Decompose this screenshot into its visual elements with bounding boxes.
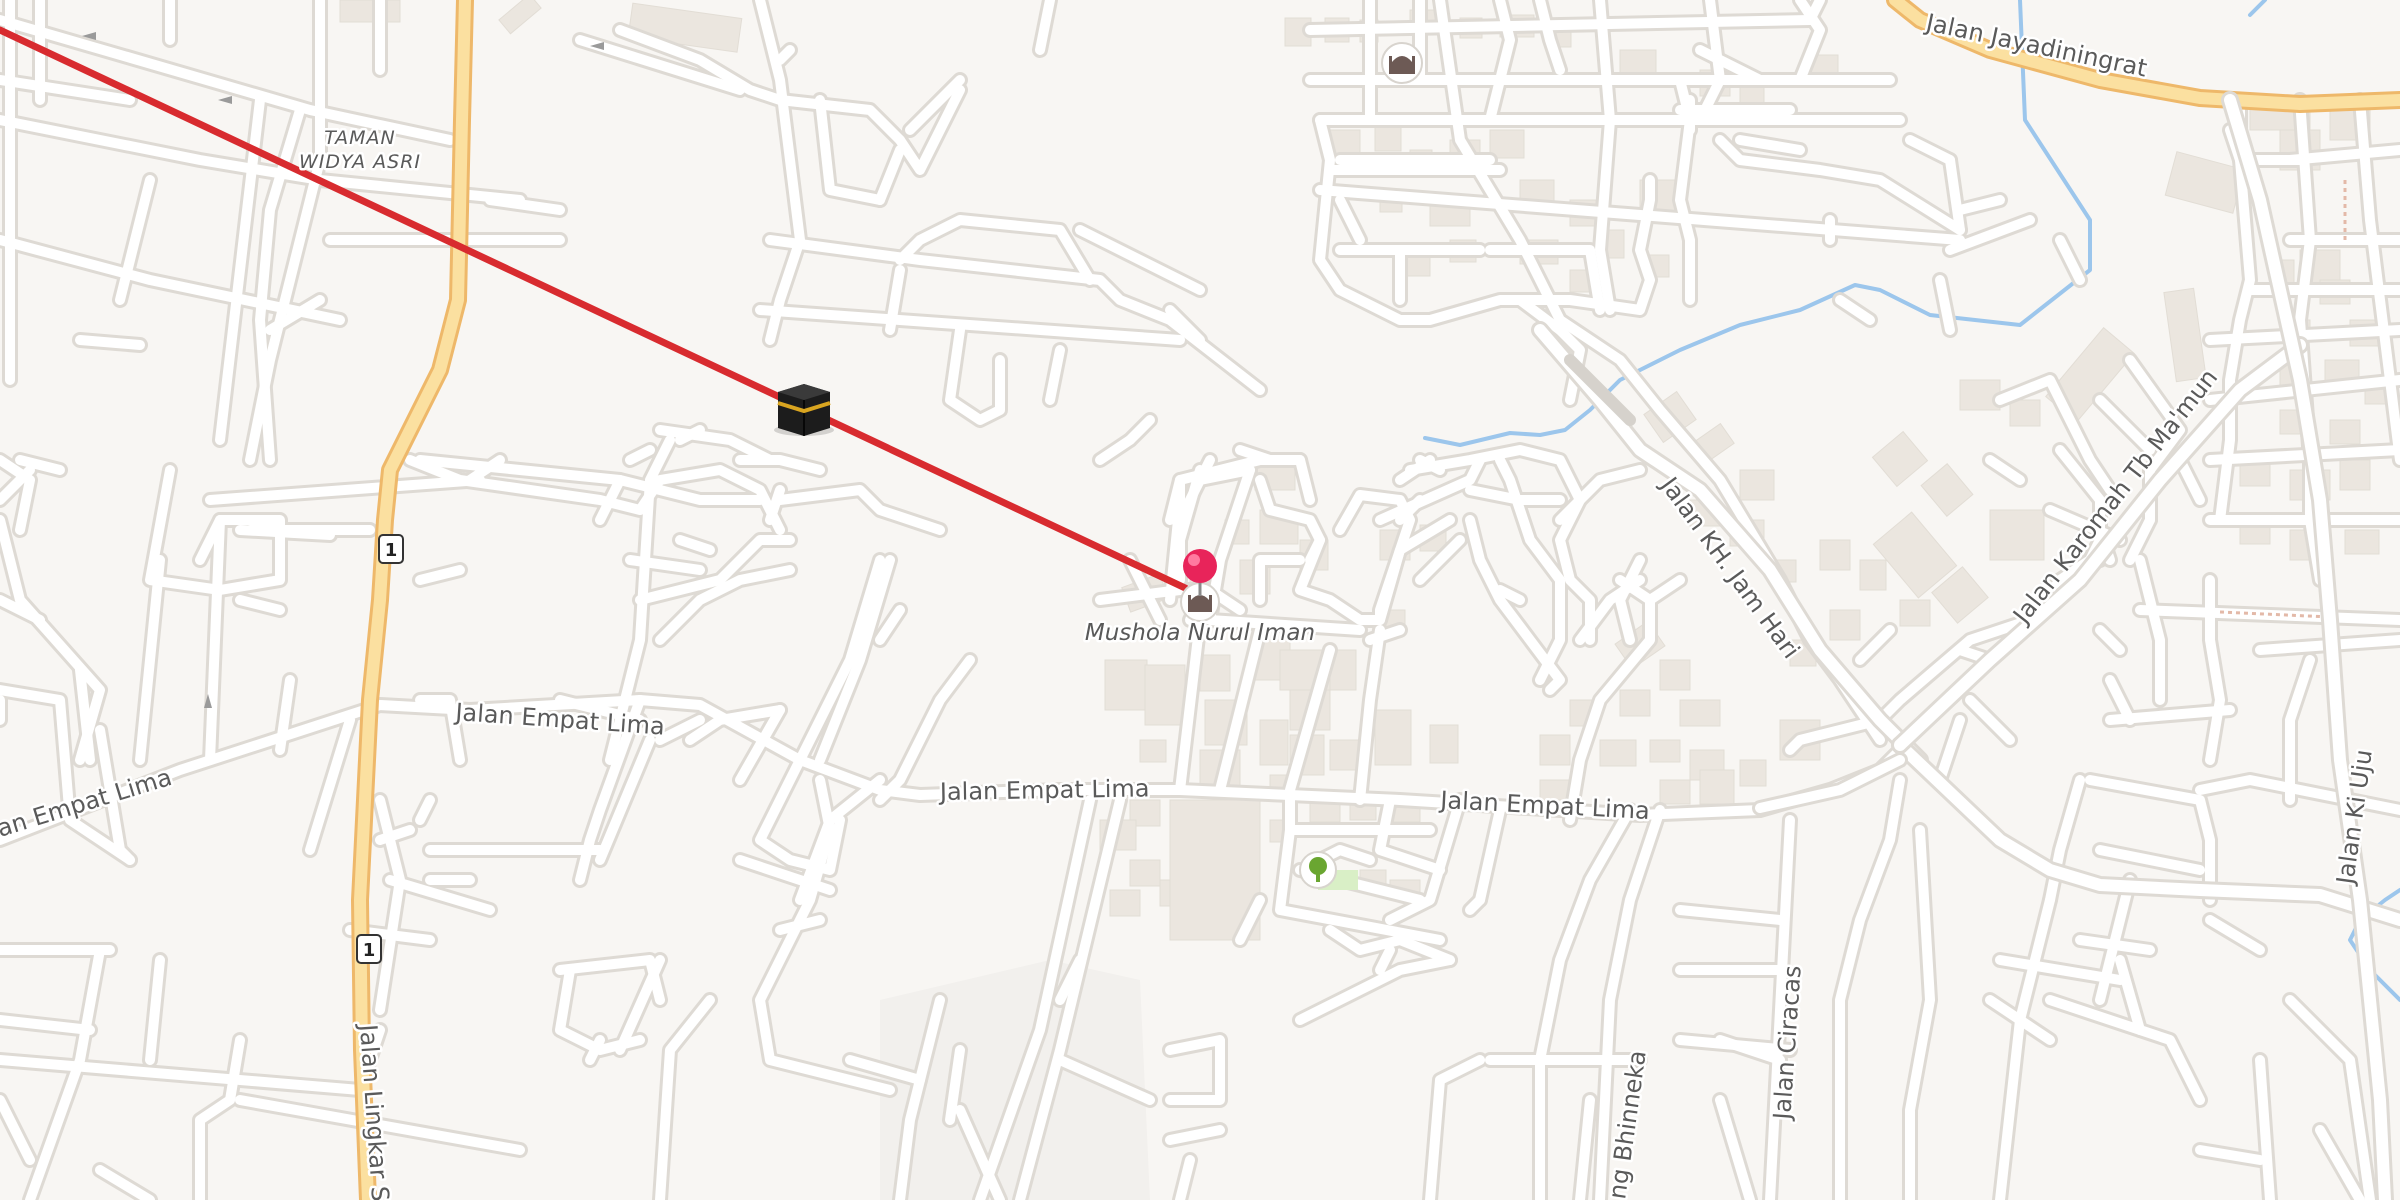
mosque-icon[interactable] xyxy=(1381,42,1423,84)
minor-road xyxy=(1965,695,2015,745)
minor-road xyxy=(0,1095,35,1165)
minor-road xyxy=(775,45,795,65)
svg-text:TAMAN: TAMAN xyxy=(324,127,395,149)
minor-road xyxy=(815,555,895,765)
minor-road xyxy=(2095,625,2125,655)
svg-text:1: 1 xyxy=(385,540,398,561)
kaaba-icon[interactable] xyxy=(774,384,834,436)
minor-road xyxy=(1715,1095,1755,1200)
minor-road xyxy=(2205,915,2265,955)
minor-road xyxy=(1125,415,1155,445)
location-pin-icon[interactable] xyxy=(1183,549,1217,583)
minor-road xyxy=(95,1165,155,1200)
route-shield: 1 xyxy=(378,534,404,564)
minor-road xyxy=(1995,895,2055,1200)
minor-road xyxy=(305,715,355,855)
minor-road xyxy=(755,305,1185,345)
mosque-icon xyxy=(1191,595,1209,612)
road-label-jalan-empat-lima: Jalan Empat Lima xyxy=(938,774,1150,806)
route-shield: 1 xyxy=(356,934,382,964)
svg-text:1: 1 xyxy=(363,940,376,961)
map-view[interactable]: an Empat Lima Jalan Empat Lima Jalan Emp… xyxy=(0,0,2400,1200)
minor-road xyxy=(75,335,145,350)
minor-road xyxy=(775,485,945,535)
poi-label: Mushola Nurul Iman xyxy=(1085,620,1315,646)
map-canvas[interactable]: an Empat Lima Jalan Empat Lima Jalan Emp… xyxy=(0,0,2400,1200)
minor-road xyxy=(775,95,905,145)
svg-text:WIDYA ASRI: WIDYA ASRI xyxy=(299,151,421,173)
road-label-jalan-empat-lima: Jalan Empat Lima xyxy=(1438,786,1651,825)
minor-road xyxy=(2285,655,2315,805)
